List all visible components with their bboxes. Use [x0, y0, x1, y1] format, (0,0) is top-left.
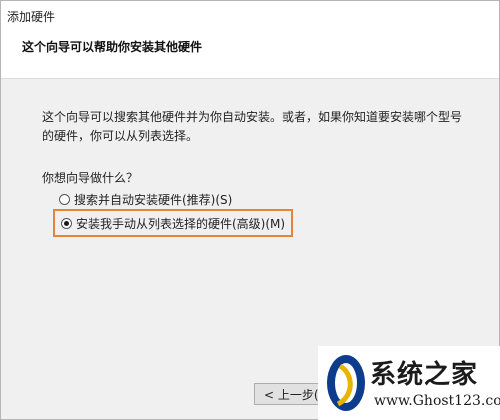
option-auto-search[interactable]: 搜索并自动安装硬件(推荐)(S) [59, 191, 232, 208]
wizard-question: 你想向导做什么？ [42, 171, 139, 185]
radio-auto-search[interactable] [59, 194, 70, 205]
watermark: 系统之家 www.Ghost123.com [318, 346, 500, 420]
option-manual-install-label: 安装我手动从列表选择的硬件(高级)(M) [76, 216, 286, 231]
watermark-logo-icon [327, 355, 365, 411]
window-title: 添加硬件 [7, 10, 56, 24]
option-manual-install[interactable]: 安装我手动从列表选择的硬件(高级)(M) [53, 209, 294, 237]
page-title: 这个向导可以帮助你安装其他硬件 [22, 40, 203, 54]
radio-manual-install[interactable] [61, 217, 72, 229]
back-button[interactable]: < 上一步(B) [254, 383, 326, 405]
option-auto-search-label: 搜索并自动安装硬件(推荐)(S) [74, 193, 233, 207]
wizard-description: 这个向导可以搜索其他硬件并为你自动安装。或者，如果你知道要安装哪个型号的硬件，你… [42, 110, 463, 143]
wizard-header: 添加硬件 这个向导可以帮助你安装其他硬件 [1, 1, 499, 79]
watermark-url: www.Ghost123.com [374, 393, 500, 409]
watermark-site-name: 系统之家 [370, 360, 479, 390]
